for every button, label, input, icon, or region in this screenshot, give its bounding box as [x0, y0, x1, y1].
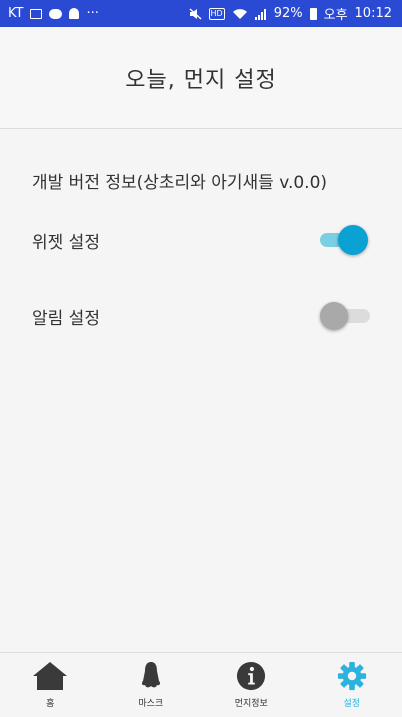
gear-icon	[336, 661, 368, 691]
nav-label-home: 홈	[46, 696, 54, 709]
message-notification-icon	[49, 9, 62, 19]
mask-icon	[138, 661, 164, 691]
nav-item-dust-info[interactable]: 먼지정보	[201, 653, 302, 717]
page-title: 오늘, 먼지 설정	[125, 62, 276, 94]
nav-item-settings[interactable]: 설정	[302, 653, 402, 717]
widget-toggle[interactable]	[320, 226, 366, 254]
home-icon	[32, 661, 68, 691]
nav-label-mask: 마스크	[138, 696, 163, 709]
alarm-setting-row: 알림 설정	[32, 296, 370, 336]
nav-label-settings: 설정	[343, 696, 360, 709]
app-header: 오늘, 먼지 설정	[0, 27, 402, 129]
nav-item-mask[interactable]: 마스크	[101, 653, 202, 717]
status-bar-left: KT ···	[8, 6, 99, 21]
carrier-label: KT	[8, 6, 23, 21]
clock: 10:12	[355, 6, 392, 21]
mute-icon	[189, 8, 202, 20]
widget-toggle-thumb[interactable]	[338, 225, 368, 255]
nav-item-home[interactable]: 홈	[0, 653, 101, 717]
widget-setting-label: 위젯 설정	[32, 228, 100, 253]
signal-icon	[255, 8, 267, 20]
info-icon	[235, 661, 267, 691]
battery-icon	[310, 8, 317, 20]
alarm-toggle[interactable]	[320, 302, 366, 330]
nav-label-dust-info: 먼지정보	[235, 696, 268, 709]
hd-voice-icon: HD	[209, 8, 225, 20]
more-notifications-icon: ···	[86, 6, 98, 21]
alarm-setting-label: 알림 설정	[32, 304, 100, 329]
bell-notification-icon	[69, 8, 79, 19]
alarm-toggle-thumb[interactable]	[320, 302, 348, 330]
version-info-label: 개발 버전 정보(상초리와 아기새들 v.0.0)	[32, 168, 327, 193]
version-info-row[interactable]: 개발 버전 정보(상초리와 아기새들 v.0.0)	[32, 160, 370, 200]
bottom-navigation: 홈 마스크 먼지정보 설정	[0, 652, 402, 717]
widget-setting-row: 위젯 설정	[32, 220, 370, 260]
status-bar-right: HD 92% 오후 10:12	[189, 4, 392, 23]
status-bar: KT ··· HD 92% 오후 10:12	[0, 0, 402, 27]
gallery-notification-icon	[30, 9, 42, 19]
battery-percent: 92%	[274, 6, 303, 21]
wifi-icon	[232, 8, 248, 20]
time-ampm: 오후	[324, 4, 348, 23]
